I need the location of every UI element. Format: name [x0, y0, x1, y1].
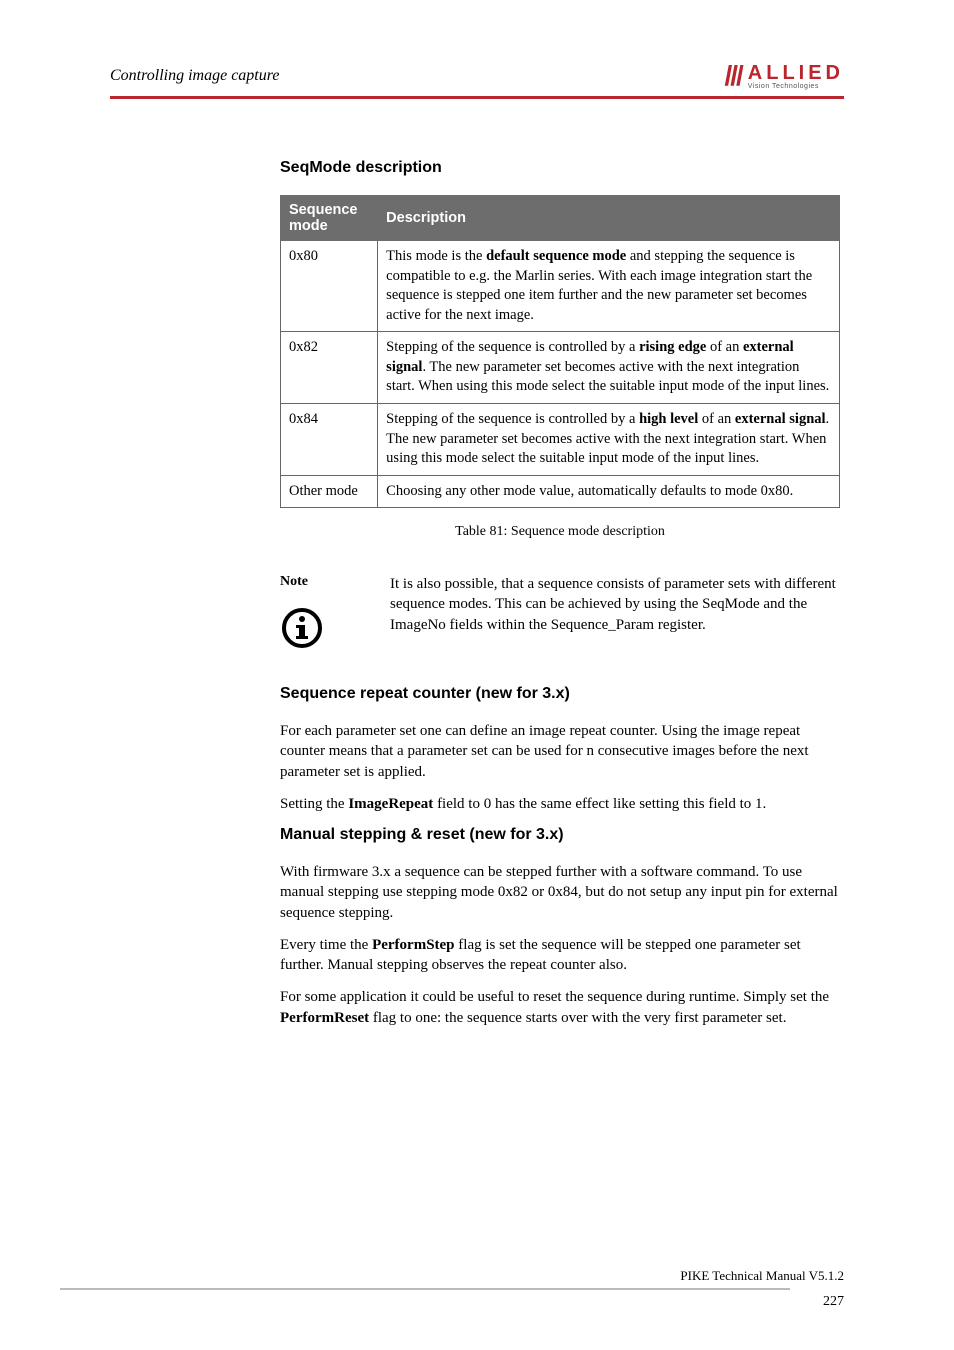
page-footer: PIKE Technical Manual V5.1.2 227: [680, 1268, 844, 1310]
logo-sub-text: Vision Technologies: [748, 83, 844, 90]
cell-desc: Stepping of the sequence is controlled b…: [378, 403, 840, 475]
page-header: Controlling image capture /// ALLIED Vis…: [110, 60, 844, 92]
page-number: 227: [680, 1294, 844, 1310]
paragraph: For each parameter set one can define an…: [280, 721, 840, 782]
brand-logo: /// ALLIED Vision Technologies: [724, 60, 844, 92]
logo-main-text: ALLIED: [748, 63, 844, 83]
repeat-heading: Sequence repeat counter (new for 3.x): [280, 685, 840, 703]
table-row: Other mode Choosing any other mode value…: [281, 475, 840, 508]
doc-title: PIKE Technical Manual V5.1.2: [680, 1268, 844, 1284]
cell-desc: Choosing any other mode value, automatic…: [378, 475, 840, 508]
cell-mode: 0x84: [281, 403, 378, 475]
table-header-mode: Sequence mode: [281, 196, 378, 241]
seqmode-heading: SeqMode description: [280, 159, 840, 177]
logo-slashes-icon: ///: [724, 60, 741, 92]
table-header-desc: Description: [378, 196, 840, 241]
footer-rule: [60, 1288, 790, 1290]
seqmode-table: Sequence mode Description 0x80 This mode…: [280, 195, 840, 508]
cell-mode: 0x82: [281, 332, 378, 404]
info-icon: [280, 600, 360, 655]
paragraph: Setting the ImageRepeat field to 0 has t…: [280, 794, 840, 814]
manual-heading: Manual stepping & reset (new for 3.x): [280, 826, 840, 844]
header-rule: [110, 96, 844, 99]
paragraph: Every time the PerformStep flag is set t…: [280, 935, 840, 976]
note-block: Note It is also possible, that a sequenc…: [280, 574, 840, 655]
chapter-title: Controlling image capture: [110, 67, 279, 85]
cell-mode: Other mode: [281, 475, 378, 508]
paragraph: For some application it could be useful …: [280, 987, 840, 1028]
cell-desc: Stepping of the sequence is controlled b…: [378, 332, 840, 404]
table-row: 0x84 Stepping of the sequence is control…: [281, 403, 840, 475]
cell-mode: 0x80: [281, 241, 378, 332]
cell-desc: This mode is the default sequence mode a…: [378, 241, 840, 332]
table-row: 0x82 Stepping of the sequence is control…: [281, 332, 840, 404]
note-body: It is also possible, that a sequence con…: [390, 574, 840, 635]
main-content: SeqMode description Sequence mode Descri…: [280, 159, 840, 1028]
note-label: Note: [280, 574, 360, 590]
table-caption: Table 81: Sequence mode description: [280, 524, 840, 540]
table-row: 0x80 This mode is the default sequence m…: [281, 241, 840, 332]
paragraph: With firmware 3.x a sequence can be step…: [280, 862, 840, 923]
